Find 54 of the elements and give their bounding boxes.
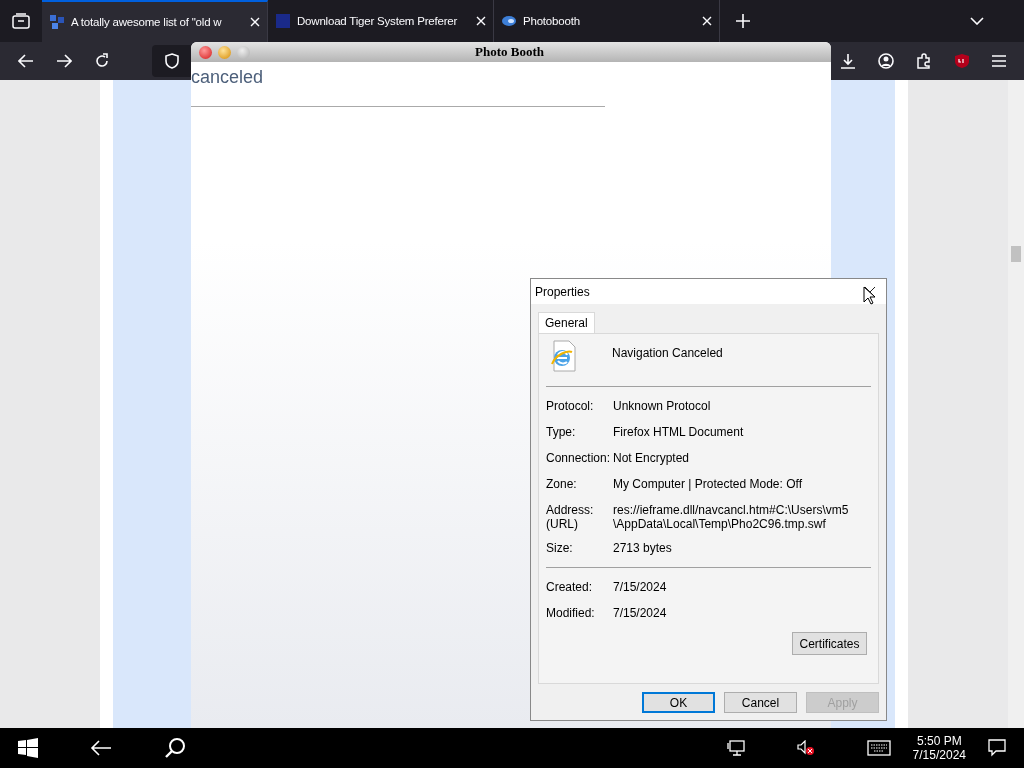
keyboard-icon[interactable] bbox=[866, 740, 891, 756]
field-value: Not Encrypted bbox=[613, 451, 690, 467]
puzzle-icon[interactable] bbox=[916, 53, 932, 69]
squares-icon bbox=[49, 14, 65, 30]
shield-extension-icon[interactable] bbox=[954, 53, 970, 69]
volume-muted-icon[interactable] bbox=[796, 740, 815, 756]
search-icon[interactable] bbox=[164, 737, 186, 759]
document-name: Navigation Canceled bbox=[612, 346, 723, 360]
certificates-button[interactable]: Certificates bbox=[792, 632, 867, 655]
field-value: res://ieframe.dll/navcancl.htm#C:\Users\vm5 \AppData\Local\Temp\Pho2C96.tmp.swf bbox=[613, 503, 849, 531]
field-label: Type: bbox=[546, 425, 577, 441]
forward-icon[interactable] bbox=[56, 54, 72, 68]
clock-time[interactable]: 5:50 PM bbox=[916, 734, 962, 748]
window-title: Photo Booth bbox=[475, 44, 544, 60]
shield-icon[interactable] bbox=[165, 53, 179, 69]
field-label: Modified: bbox=[546, 606, 596, 622]
tab-title: A totally awesome list of "old w bbox=[71, 16, 223, 28]
dialog-tab[interactable]: General bbox=[538, 312, 595, 333]
field-value: 7/15/2024 bbox=[613, 580, 667, 596]
tab-title: Photobooth bbox=[523, 15, 581, 27]
field-label: Size: bbox=[546, 541, 574, 557]
network-icon[interactable] bbox=[726, 740, 745, 756]
scrollbar[interactable] bbox=[1008, 80, 1024, 728]
back-icon[interactable] bbox=[18, 54, 34, 68]
field-label: Created: bbox=[546, 580, 594, 596]
menu-icon[interactable] bbox=[992, 55, 1006, 67]
field-value: Unknown Protocol bbox=[613, 399, 711, 415]
field-label: Connection: bbox=[546, 451, 612, 467]
swoosh-icon bbox=[501, 13, 517, 29]
download-icon[interactable] bbox=[840, 53, 856, 69]
new-tab-icon[interactable] bbox=[736, 14, 750, 28]
field-label: Address: (URL) bbox=[546, 503, 595, 531]
field-label: Protocol: bbox=[546, 399, 595, 415]
field-label: Zone: bbox=[546, 477, 578, 493]
tab-title: Download Tiger System Preferer bbox=[297, 15, 459, 27]
account-icon[interactable] bbox=[878, 53, 894, 69]
field-value: 2713 bytes bbox=[613, 541, 672, 557]
chevron-down-icon[interactable] bbox=[970, 17, 984, 25]
scrollbar-thumb[interactable] bbox=[1011, 246, 1021, 262]
tab-list-icon[interactable] bbox=[12, 13, 30, 29]
clock-date[interactable]: 7/15/2024 bbox=[912, 748, 966, 762]
dialog-button[interactable]: OK bbox=[642, 692, 715, 713]
field-value: Firefox HTML Document bbox=[613, 425, 744, 441]
square-icon bbox=[275, 13, 291, 29]
field-value: 7/15/2024 bbox=[613, 606, 667, 622]
back-icon[interactable] bbox=[90, 740, 112, 756]
status-text: canceled bbox=[191, 67, 265, 88]
dialog-button[interactable]: Cancel bbox=[724, 692, 797, 713]
windows-logo-icon[interactable] bbox=[18, 738, 38, 758]
browser-tab[interactable]: A totally awesome list of "old w bbox=[42, 0, 268, 42]
notification-icon[interactable] bbox=[988, 739, 1006, 757]
reload-icon[interactable] bbox=[94, 53, 110, 69]
field-value: My Computer | Protected Mode: Off bbox=[613, 477, 802, 493]
dialog-title: Properties bbox=[535, 284, 590, 299]
